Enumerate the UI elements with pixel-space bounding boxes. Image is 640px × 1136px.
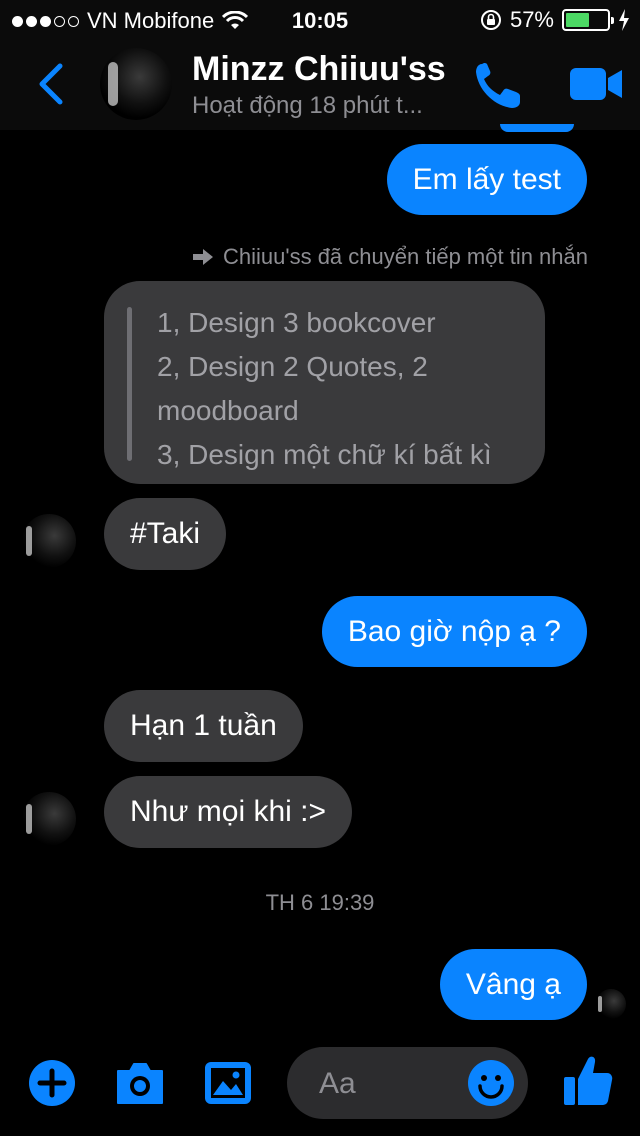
video-camera-icon[interactable] xyxy=(568,64,624,104)
previous-message-edge xyxy=(500,124,574,132)
message-text: Như mọi khi :> xyxy=(130,795,326,828)
message-received[interactable]: Như mọi khi :> xyxy=(104,776,352,848)
forwarded-line: 3, Design một chữ kí bất kì xyxy=(157,439,492,470)
message-received[interactable]: Hạn 1 tuần xyxy=(104,690,303,762)
message-composer: Aa xyxy=(0,1035,640,1136)
forwarded-message[interactable]: 1, Design 3 bookcover 2, Design 2 Quotes… xyxy=(104,281,545,484)
message-text: Em lấy test xyxy=(412,162,561,196)
message-text: #Taki xyxy=(130,517,201,550)
contact-name[interactable]: Minzz Chiiuu'ss xyxy=(192,50,446,89)
forwarded-line: moodboard xyxy=(157,395,299,426)
chevron-left-icon[interactable] xyxy=(34,62,68,106)
message-sent[interactable]: Em lấy test xyxy=(386,144,587,215)
forward-notice-text: Chiiuu'ss đã chuyển tiếp một tin nhắn xyxy=(223,244,588,269)
forwarded-line: 2, Design 2 Quotes, 2 xyxy=(157,351,428,382)
forward-arrow-icon xyxy=(193,249,214,265)
camera-icon[interactable] xyxy=(114,1059,166,1107)
plus-icon[interactable] xyxy=(28,1059,76,1107)
contact-avatar[interactable] xyxy=(100,48,172,120)
battery-icon xyxy=(562,9,614,31)
forwarded-message-text: 1, Design 3 bookcover 2, Design 2 Quotes… xyxy=(157,301,492,477)
phone-icon[interactable] xyxy=(472,60,524,112)
message-text: Hạn 1 tuần xyxy=(130,709,277,742)
status-right: 57% xyxy=(480,7,630,33)
message-text: Vâng ạ xyxy=(465,967,561,1001)
message-input-placeholder: Aa xyxy=(319,1067,356,1100)
seen-receipt-avatar xyxy=(596,989,626,1019)
sender-avatar[interactable] xyxy=(22,514,76,568)
forward-notice: Chiiuu'ss đã chuyển tiếp một tin nhắn xyxy=(191,244,588,270)
message-sent[interactable]: Vâng ạ xyxy=(439,949,587,1020)
message-input[interactable]: Aa xyxy=(287,1047,528,1119)
battery-percent: 57% xyxy=(509,7,554,32)
sender-avatar[interactable] xyxy=(22,792,76,846)
message-list[interactable]: Em lấy test Chiiuu'ss đã chuyển tiếp một… xyxy=(0,124,640,1035)
charging-bolt-icon xyxy=(619,9,629,31)
quote-bar xyxy=(127,307,132,461)
emoji-icon[interactable] xyxy=(467,1059,515,1107)
message-timestamp: TH 6 19:39 xyxy=(265,890,375,915)
conversation-header: Minzz Chiiuu'ss Hoạt động 18 phút t... xyxy=(0,40,640,130)
message-sent[interactable]: Bao giờ nộp ạ ? xyxy=(321,596,587,667)
message-text: Bao giờ nộp ạ ? xyxy=(347,614,561,648)
gallery-icon[interactable] xyxy=(203,1059,253,1107)
rotation-lock-icon xyxy=(480,10,501,30)
contact-activity-status: Hoạt động 18 phút t... xyxy=(192,92,423,119)
message-received[interactable]: #Taki xyxy=(104,498,227,570)
forwarded-line: 1, Design 3 bookcover xyxy=(157,307,436,338)
thumbs-up-icon[interactable] xyxy=(562,1053,614,1109)
status-bar: VN Mobifone 10:05 57% xyxy=(0,0,640,40)
